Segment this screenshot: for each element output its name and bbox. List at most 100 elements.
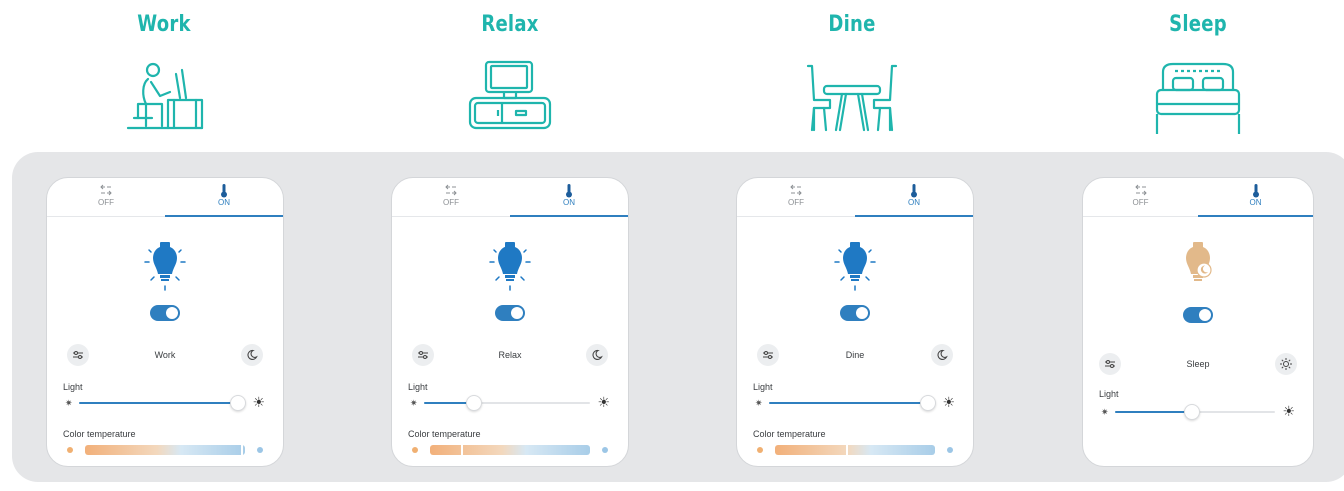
blue-bulb-icon: [489, 242, 531, 291]
blue-bulb-icon: [834, 242, 876, 291]
day-mode-button[interactable]: [1275, 353, 1297, 375]
tab-active-underline: [510, 215, 628, 217]
power-toggle[interactable]: [1183, 307, 1213, 323]
scene-sleep[interactable]: Sleep: [1098, 0, 1298, 136]
bright-sun-icon: ☀: [942, 394, 955, 410]
tab-on-label: ON: [908, 198, 920, 207]
toggle-knob: [856, 307, 868, 319]
mode-tabs: OFF ON: [47, 178, 283, 217]
color-temperature-label: Color temperature: [753, 429, 826, 439]
light-label: Light: [63, 382, 83, 392]
moon-icon: [592, 349, 603, 361]
light-slider-row: ✷ ☀: [65, 394, 265, 412]
mode-label: Relax: [498, 350, 522, 360]
scene-title: Work: [137, 12, 191, 37]
cool-dot-icon: [602, 447, 608, 453]
tab-on[interactable]: ON: [510, 178, 628, 216]
power-toggle[interactable]: [495, 305, 525, 321]
tab-on[interactable]: ON: [855, 178, 973, 216]
light-slider-thumb[interactable]: [920, 395, 937, 411]
color-temperature-slider[interactable]: [85, 445, 245, 455]
settings-button[interactable]: [412, 344, 434, 366]
color-temperature-slider[interactable]: [430, 445, 590, 455]
sliders-icon: [73, 351, 83, 359]
light-label: Light: [753, 382, 773, 392]
color-temperature-row: [65, 443, 265, 457]
light-slider-row: ✷ ☀: [1101, 403, 1295, 421]
power-toggle[interactable]: [150, 305, 180, 321]
warm-dot-icon: [412, 447, 418, 453]
tab-off[interactable]: OFF: [1083, 178, 1198, 216]
night-mode-button[interactable]: [931, 344, 953, 366]
light-slider-fill: [769, 402, 929, 404]
scene-title: Sleep: [1169, 12, 1227, 37]
dim-sun-icon: ✷: [410, 398, 418, 408]
bed-sleep-icon: [1155, 62, 1241, 134]
cool-dot-icon: [257, 447, 263, 453]
light-slider[interactable]: [79, 395, 247, 411]
sliders-icon: [1105, 360, 1115, 368]
warm-dot-icon: [757, 447, 763, 453]
tab-active-underline: [855, 215, 973, 217]
tab-on[interactable]: ON: [1198, 178, 1313, 216]
night-mode-button[interactable]: [241, 344, 263, 366]
cool-dot-icon: [947, 447, 953, 453]
thermometer-icon: [566, 184, 572, 198]
tab-off[interactable]: OFF: [737, 178, 855, 216]
settings-button[interactable]: [67, 344, 89, 366]
tab-off-label: OFF: [443, 198, 459, 207]
tab-off-label: OFF: [98, 198, 114, 207]
dim-sun-icon: ✷: [1101, 407, 1109, 417]
light-label: Light: [1099, 389, 1119, 399]
color-temperature-marker[interactable]: [846, 445, 848, 455]
tab-on-label: ON: [218, 198, 230, 207]
light-slider[interactable]: [1115, 404, 1275, 420]
dining-table-icon: [806, 64, 898, 132]
light-slider[interactable]: [769, 395, 937, 411]
color-temperature-marker[interactable]: [240, 445, 243, 455]
tab-on[interactable]: ON: [165, 178, 283, 216]
lamp-card-dine: OFF ON Dine Light ✷ ☀ Color temperature: [736, 177, 974, 467]
light-slider-thumb[interactable]: [230, 395, 247, 411]
sleep-bulb-icon: [1186, 242, 1212, 281]
light-slider-row: ✷ ☀: [755, 394, 955, 412]
fan-off-icon: [100, 184, 112, 196]
scene-title: Dine: [828, 12, 876, 37]
moon-icon: [247, 349, 258, 361]
scene-dine[interactable]: Dine: [752, 0, 952, 132]
scene-header-row: Work Relax Dine Sleep: [0, 0, 1344, 150]
light-slider-thumb[interactable]: [1183, 404, 1200, 420]
fan-off-icon: [790, 184, 802, 196]
mode-tabs: OFF ON: [737, 178, 973, 217]
thermometer-icon: [911, 184, 917, 198]
mode-label: Sleep: [1186, 359, 1210, 369]
warm-dot-icon: [67, 447, 73, 453]
dim-sun-icon: ✷: [755, 398, 763, 408]
settings-button[interactable]: [757, 344, 779, 366]
mode-label: Dine: [845, 350, 865, 360]
color-temperature-slider[interactable]: [775, 445, 935, 455]
tab-off-label: OFF: [788, 198, 804, 207]
scene-work[interactable]: Work: [64, 0, 264, 132]
dim-sun-icon: ✷: [65, 398, 73, 408]
mode-tabs: OFF ON: [1083, 178, 1313, 217]
sliders-icon: [418, 351, 428, 359]
light-slider[interactable]: [424, 395, 590, 411]
light-slider-thumb[interactable]: [465, 395, 482, 411]
scene-title: Relax: [481, 12, 539, 37]
settings-button[interactable]: [1099, 353, 1121, 375]
tab-off[interactable]: OFF: [47, 178, 165, 216]
fan-off-icon: [445, 184, 457, 196]
night-mode-button[interactable]: [586, 344, 608, 366]
color-temperature-row: [410, 443, 610, 457]
tab-off[interactable]: OFF: [392, 178, 510, 216]
color-temperature-marker[interactable]: [461, 445, 463, 455]
thermometer-icon: [221, 184, 227, 198]
lamp-card-sleep: OFF ON Sleep Light ✷ ☀: [1082, 177, 1314, 467]
light-slider-fill: [1115, 411, 1192, 413]
lamp-card-work: OFF ON Work Light ✷ ☀ Color temperature: [46, 177, 284, 467]
scene-relax[interactable]: Relax: [410, 0, 610, 132]
tab-off-label: OFF: [1132, 198, 1149, 207]
thermometer-icon: [1252, 184, 1259, 198]
power-toggle[interactable]: [840, 305, 870, 321]
